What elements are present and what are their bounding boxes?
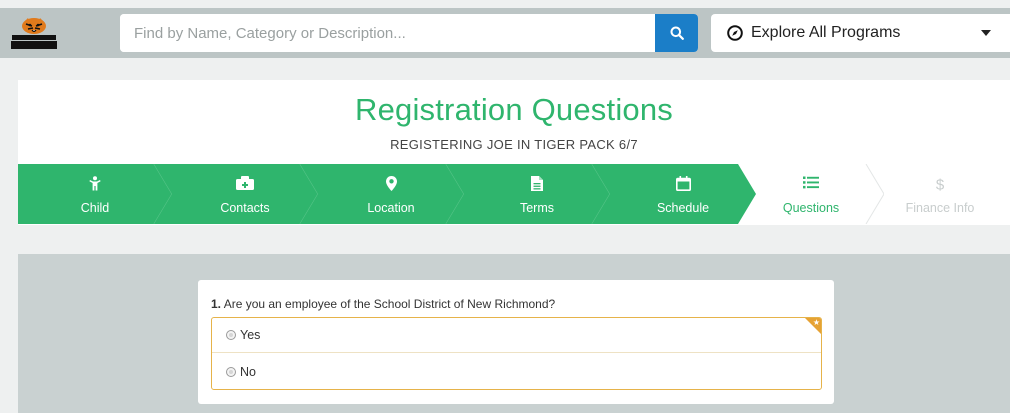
page-subtitle: REGISTERING JOE IN TIGER PACK 6/7	[390, 137, 638, 152]
step-label: Child	[80, 201, 110, 215]
explore-programs-dropdown[interactable]: Explore All Programs	[711, 14, 1010, 52]
calendar-icon	[675, 176, 691, 191]
questions-area: 1. Are you an employee of the School Dis…	[18, 254, 1010, 413]
step-questions[interactable]: Questions	[738, 164, 884, 224]
list-icon	[803, 176, 819, 189]
option-yes[interactable]: Yes	[212, 318, 821, 353]
search-icon	[670, 26, 684, 40]
registration-panel: Registration Questions REGISTERING JOE I…	[18, 80, 1010, 225]
question-label: Are you an employee of the School Distri…	[223, 297, 556, 311]
explore-programs-label: Explore All Programs	[751, 24, 901, 41]
step-label: Questions	[782, 201, 840, 215]
top-bar: Explore All Programs	[0, 8, 1010, 58]
tigers-logo[interactable]	[8, 16, 60, 50]
question-number: 1.	[211, 297, 222, 311]
search-input[interactable]	[120, 14, 655, 52]
step-terms[interactable]: Terms	[446, 164, 610, 224]
option-no[interactable]: No	[212, 354, 821, 389]
chevron-down-icon	[981, 30, 991, 36]
step-contacts[interactable]: Contacts	[154, 164, 318, 224]
question-card: 1. Are you an employee of the School Dis…	[198, 280, 834, 404]
option-label: Yes	[240, 328, 261, 342]
child-icon	[89, 176, 101, 191]
map-marker-icon	[385, 176, 397, 191]
option-label: No	[240, 364, 256, 379]
dollar-icon: $	[936, 177, 945, 194]
search-button[interactable]	[655, 14, 698, 52]
step-location[interactable]: Location	[300, 164, 464, 224]
svg-text:$: $	[936, 177, 945, 193]
step-label: Finance Info	[905, 201, 975, 215]
step-child[interactable]: Child	[18, 164, 172, 224]
radio-yes[interactable]	[226, 330, 236, 340]
page-title: Registration Questions	[354, 92, 673, 127]
document-icon	[531, 176, 543, 191]
step-schedule[interactable]: Schedule	[592, 164, 756, 224]
step-finance-info[interactable]: $ Finance Info	[870, 164, 1010, 224]
registration-steps: Child Contacts Location Terms Schedule Q…	[18, 164, 1010, 224]
search-bar	[120, 14, 698, 52]
address-card-icon	[236, 176, 254, 190]
answer-options: ★ Yes No	[211, 317, 822, 390]
compass-icon	[727, 25, 743, 41]
radio-no[interactable]	[226, 366, 236, 377]
question-text: 1. Are you an employee of the School Dis…	[211, 297, 555, 311]
